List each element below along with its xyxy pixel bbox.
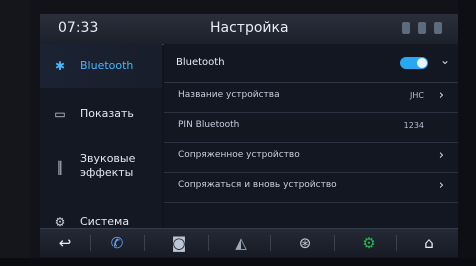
bezel-bottom xyxy=(0,258,476,266)
dock-separator xyxy=(90,235,91,251)
bluetooth-toggle[interactable] xyxy=(400,57,428,69)
camera-icon[interactable]: ◙ xyxy=(168,233,190,253)
sidebar-item-label: Bluetooth xyxy=(80,59,134,72)
sidebar-item-label: Звуковые эффекты xyxy=(80,152,136,179)
bottom-dock: ↩ ✆ ◙ ◭ ⊛ ⚙ ⌂ xyxy=(40,228,458,257)
steering-wheel-icon[interactable]: ⊛ xyxy=(294,233,316,253)
row-paired-device[interactable]: Сопряженное устройство › xyxy=(164,142,458,173)
status-bar: 07:33 Настройка xyxy=(40,14,458,45)
chevron-right-icon: › xyxy=(438,148,444,163)
row-label: Сопряжаться и вновь устройство xyxy=(178,180,337,190)
navigation-icon[interactable]: ◭ xyxy=(230,233,252,253)
row-label: Название устройства xyxy=(178,90,280,100)
row-label: PIN Bluetooth xyxy=(178,120,240,130)
bluetooth-header-row: Bluetooth ⌄ xyxy=(164,44,458,83)
status-icons xyxy=(402,22,442,34)
row-pin[interactable]: PIN Bluetooth 1234 xyxy=(164,112,458,143)
sidebar-item-sound-effects[interactable]: ║ Звуковые эффекты xyxy=(40,142,162,194)
bluetooth-status-icon xyxy=(418,22,426,34)
head-unit-screen: 07:33 Настройка ✱ Bluetooth ▭ Показать ║… xyxy=(40,14,458,254)
dock-separator xyxy=(334,235,335,251)
sidebar-item-label: Показать xyxy=(80,107,134,120)
equalizer-icon: ║ xyxy=(56,161,64,175)
row-device-name[interactable]: Название устройства JHC › xyxy=(164,82,458,113)
bezel-left xyxy=(0,0,30,266)
row-value: 1234 xyxy=(403,121,424,130)
back-icon[interactable]: ↩ xyxy=(54,233,76,253)
signal-icon xyxy=(402,22,410,34)
display-icon: ▭ xyxy=(54,107,66,121)
settings-panel: Bluetooth ⌄ Название устройства JHC › PI… xyxy=(164,44,458,242)
chevron-right-icon: › xyxy=(438,88,444,103)
chevron-right-icon: › xyxy=(438,178,444,193)
sidebar-item-label: Система xyxy=(80,215,130,228)
battery-icon xyxy=(434,22,442,34)
dock-separator xyxy=(396,235,397,251)
bluetooth-icon: ✱ xyxy=(54,59,66,73)
settings-icon[interactable]: ⚙ xyxy=(358,233,380,253)
row-label: Сопряженное устройство xyxy=(178,150,300,160)
clock: 07:33 xyxy=(58,20,99,36)
toggle-knob xyxy=(417,58,427,68)
row-value: JHC xyxy=(410,91,424,100)
bluetooth-header-label: Bluetooth xyxy=(176,57,225,68)
dock-separator xyxy=(270,235,271,251)
dock-separator xyxy=(144,235,145,251)
dock-separator xyxy=(208,235,209,251)
chevron-down-icon[interactable]: ⌄ xyxy=(440,53,450,67)
sidebar-nav: ✱ Bluetooth ▭ Показать ║ Звуковые эффект… xyxy=(40,44,162,242)
bezel-right xyxy=(458,0,476,266)
sidebar-item-bluetooth[interactable]: ✱ Bluetooth xyxy=(40,44,162,88)
sidebar-item-display[interactable]: ▭ Показать xyxy=(40,92,162,136)
row-pair-new-device[interactable]: Сопряжаться и вновь устройство › xyxy=(164,172,458,203)
home-icon[interactable]: ⌂ xyxy=(418,233,440,253)
page-title: Настройка xyxy=(210,20,289,36)
phone-icon[interactable]: ✆ xyxy=(106,233,128,253)
